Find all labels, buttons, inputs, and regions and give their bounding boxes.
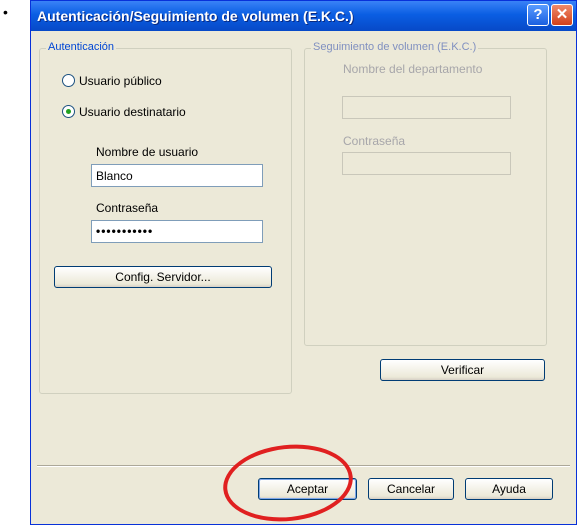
- password-input[interactable]: •••••••••••: [91, 220, 263, 243]
- radio-public-user-label: Usuario público: [79, 74, 162, 88]
- tracking-group-legend: Seguimiento de volumen (E.K.C.): [311, 41, 479, 53]
- title-bar[interactable]: Autenticación/Seguimiento de volumen (E.…: [31, 1, 576, 31]
- radio-circle-icon: [62, 74, 75, 87]
- username-input[interactable]: Blanco: [91, 164, 263, 187]
- config-server-button[interactable]: Config. Servidor...: [54, 266, 272, 288]
- tracking-password-label: Contraseña: [343, 134, 406, 148]
- list-bullet: •: [3, 4, 8, 20]
- tracking-password-input[interactable]: [342, 152, 511, 175]
- radio-public-user[interactable]: Usuario público: [62, 74, 162, 88]
- red-highlight-circle: [219, 438, 357, 524]
- department-label: Nombre del departamento: [343, 62, 483, 76]
- help-button[interactable]: Ayuda: [465, 478, 553, 500]
- window-title: Autenticación/Seguimiento de volumen (E.…: [37, 8, 354, 24]
- auth-group: Autenticación Usuario público Usuario de…: [39, 41, 292, 394]
- help-icon[interactable]: ?: [527, 4, 549, 26]
- department-input[interactable]: [342, 96, 511, 119]
- dialog-window: Autenticación/Seguimiento de volumen (E.…: [30, 0, 577, 525]
- radio-recipient-user-label: Usuario destinatario: [79, 105, 186, 119]
- verify-button[interactable]: Verificar: [380, 359, 545, 381]
- tracking-group: Seguimiento de volumen (E.K.C.) Nombre d…: [304, 41, 547, 346]
- radio-checked-icon: [62, 105, 75, 118]
- auth-group-legend: Autenticación: [46, 41, 117, 53]
- radio-recipient-user[interactable]: Usuario destinatario: [62, 105, 186, 119]
- cancel-button[interactable]: Cancelar: [368, 478, 454, 500]
- password-label: Contraseña: [96, 201, 159, 215]
- close-icon[interactable]: ✕: [551, 4, 573, 26]
- username-label: Nombre de usuario: [96, 145, 199, 159]
